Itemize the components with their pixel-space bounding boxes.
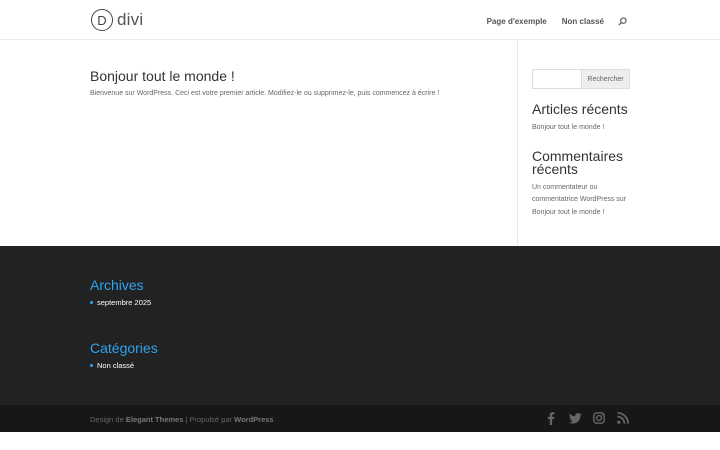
credits-prefix: Design de [90, 415, 126, 424]
footer-credits: Design de Elegant Themes | Propulsé par … [90, 415, 274, 424]
nav-item-non-classe[interactable]: Non classé [562, 17, 604, 26]
sidebar: Rechercher Articles récents Bonjour tout… [532, 69, 630, 219]
search-button[interactable]: Rechercher [582, 69, 630, 89]
nav-item-page-exemple[interactable]: Page d'exemple [487, 17, 547, 26]
social-icons [534, 411, 630, 425]
bullet-icon [90, 301, 93, 304]
sidebar-divider [517, 41, 518, 246]
site-logo[interactable]: D divi [91, 9, 143, 31]
facebook-icon[interactable] [544, 411, 558, 425]
categories-title: Catégories [90, 340, 158, 356]
search-input[interactable] [532, 69, 582, 89]
recent-comments-title: Commentaires récents [532, 147, 624, 177]
bottom-bar: Design de Elegant Themes | Propulsé par … [0, 405, 720, 432]
archive-item-label: septembre 2025 [97, 298, 152, 307]
comment-post-link[interactable]: Bonjour tout le monde ! [532, 209, 604, 216]
comment-connector: sur [614, 196, 627, 203]
category-item-label: Non classé [97, 361, 135, 370]
bullet-icon [90, 364, 93, 367]
main-nav: Page d'exemple Non classé [472, 15, 628, 27]
wordpress-link[interactable]: WordPress [234, 415, 273, 424]
post-content: Bonjour tout le monde ! Bienvenue sur Wo… [90, 68, 500, 97]
credits-separator: | Propulsé par [183, 415, 235, 424]
rss-icon[interactable] [616, 411, 630, 425]
archives-widget: Archives septembre 2025 [90, 277, 151, 307]
twitter-icon[interactable] [568, 411, 582, 425]
site-header: D divi Page d'exemple Non classé [0, 0, 720, 40]
archives-title: Archives [90, 277, 144, 293]
sidebar-search: Rechercher [532, 69, 630, 89]
post-title[interactable]: Bonjour tout le monde ! [90, 68, 500, 84]
recent-comment: Un commentateur ou commentatrice WordPre… [532, 182, 630, 220]
instagram-icon[interactable] [592, 411, 606, 425]
recent-posts-title: Articles récents [532, 101, 628, 117]
main-area: Bonjour tout le monde ! Bienvenue sur Wo… [0, 41, 720, 246]
search-icon[interactable] [616, 15, 628, 27]
post-excerpt: Bienvenue sur WordPress. Ceci est votre … [90, 90, 440, 97]
logo-text: divi [117, 10, 144, 29]
footer-widgets: Archives septembre 2025 Catégories Non c… [0, 246, 720, 405]
archive-item[interactable]: septembre 2025 [90, 298, 151, 307]
category-item[interactable]: Non classé [90, 361, 158, 370]
elegant-themes-link[interactable]: Elegant Themes [126, 415, 184, 424]
recent-post-link[interactable]: Bonjour tout le monde ! [532, 122, 630, 135]
logo-mark: D [91, 9, 113, 31]
comment-author-link[interactable]: Un commentateur ou commentatrice WordPre… [532, 184, 614, 204]
categories-widget: Catégories Non classé [90, 340, 158, 370]
